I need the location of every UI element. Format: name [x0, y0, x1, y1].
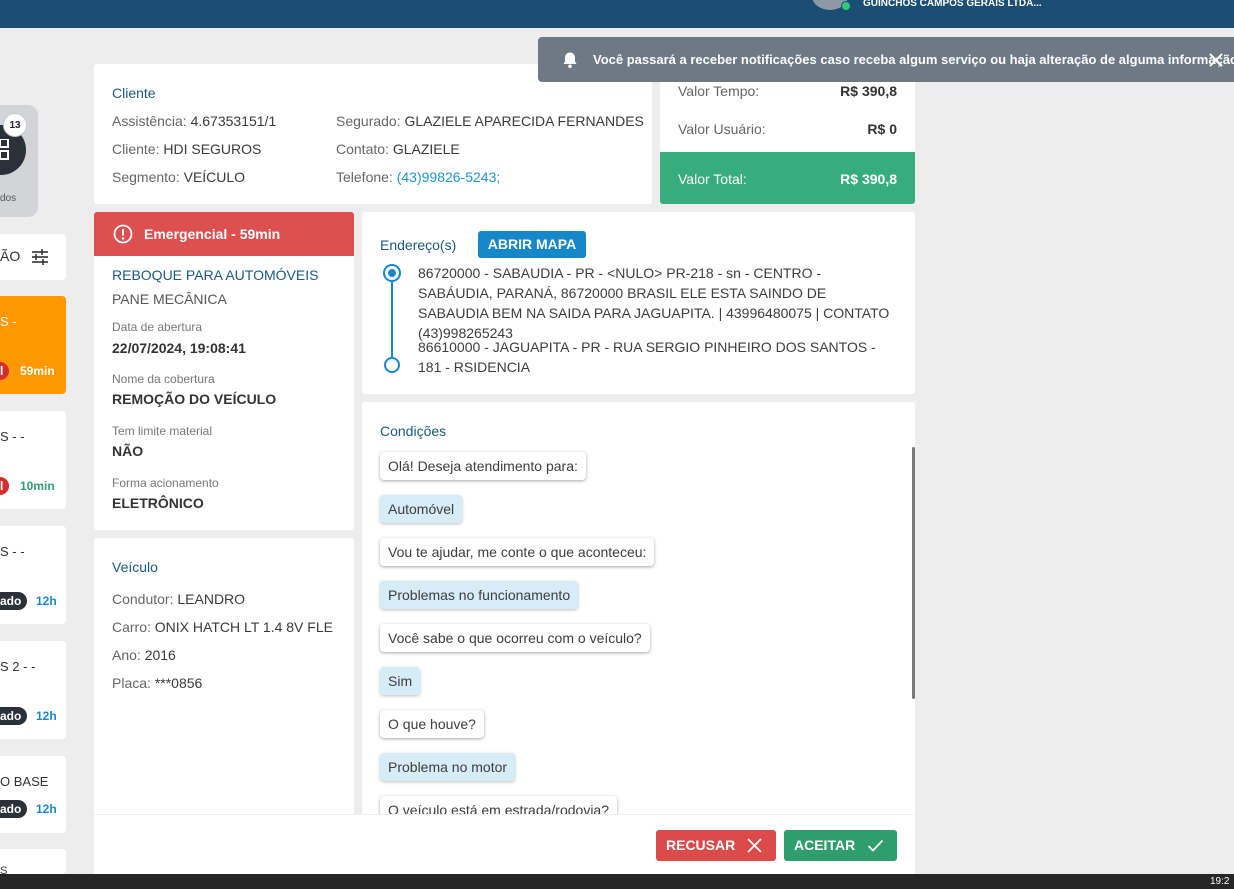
service-card-status: ado: [0, 592, 28, 610]
valor-tempo-label: Valor Tempo:: [678, 83, 760, 99]
chat-answer: Sim: [380, 667, 421, 695]
emergency-text: Emergencial - 59min: [144, 226, 281, 242]
cliente-field: Cliente: HDI SEGUROS: [112, 141, 262, 157]
chat-question: Olá! Deseja atendimento para:: [380, 452, 586, 480]
chat-answer: Problema no motor: [380, 753, 516, 781]
limite-value: NÃO: [112, 443, 144, 459]
valor-total-bar: Valor Total: R$ 390,8: [660, 152, 915, 204]
service-card-time: 10min: [20, 479, 55, 493]
service-card-time: 59min: [20, 364, 55, 378]
contato-field: Contato: GLAZIELE: [336, 141, 460, 157]
enderecos-title: Endereço(s): [380, 237, 457, 253]
assistencia-field: Assistência: 4.67353151/1: [112, 113, 277, 129]
alert-circle-icon: [113, 224, 133, 244]
service-type: REBOQUE PARA AUTOMÓVEIS: [112, 267, 319, 283]
service-card-title: S: [0, 865, 8, 874]
origin-marker-icon: [383, 264, 401, 282]
placa-field: Placa: ***0856: [112, 675, 203, 691]
notification-toast: Você passará a receber notificações caso…: [538, 37, 1234, 82]
service-card-title: S -: [0, 314, 17, 329]
reject-button[interactable]: RECUSAR: [656, 830, 776, 861]
chat-answer: Automóvel: [380, 495, 463, 523]
valor-total-label: Valor Total:: [678, 171, 747, 187]
route-line: [391, 282, 393, 358]
service-card[interactable]: S - l 59min: [0, 296, 66, 394]
sidebar-services-badge[interactable]: 13 dos: [0, 105, 38, 217]
abertura-value: 22/07/2024, 19:08:41: [112, 340, 246, 356]
telefone-link[interactable]: (43)99826-5243;: [397, 169, 501, 185]
abertura-label: Data de abertura: [112, 320, 203, 334]
chat-answer: Problemas no funcionamento: [380, 581, 579, 609]
valor-tempo: R$ 390,8: [840, 83, 897, 99]
service-card-title: S - -: [0, 429, 25, 444]
accept-label: ACEITAR: [794, 837, 856, 853]
service-card-title: O BASE: [0, 774, 49, 789]
condutor-field: Condutor: LEANDRO: [112, 591, 246, 607]
valor-usuario: R$ 0: [867, 121, 897, 137]
destination-marker-icon: [384, 357, 400, 373]
carro-field: Carro: ONIX HATCH LT 1.4 8V FLE: [112, 619, 333, 635]
chat-question: Vou te ajudar, me conte o que aconteceu:: [380, 538, 655, 566]
service-card[interactable]: O BASE ado 12h: [0, 756, 66, 833]
limite-label: Tem limite material: [112, 424, 213, 438]
chat-question: O que houve?: [380, 710, 484, 738]
acionamento-label: Forma acionamento: [112, 476, 219, 490]
chat-scrollbar[interactable]: [912, 447, 915, 699]
service-card-time: 12h: [36, 594, 57, 608]
check-icon: [867, 839, 884, 852]
segmento-field: Segmento: VEÍCULO: [112, 169, 246, 185]
company-name: GUINCHOS CAMPOS GERAIS LTDA...: [863, 0, 1042, 9]
emergency-banner: Emergencial - 59min: [94, 212, 354, 256]
sliders-icon: [32, 249, 48, 265]
service-card-title: S 2 - -: [0, 659, 36, 674]
close-icon: [747, 838, 762, 853]
bell-icon: [563, 52, 577, 69]
cobertura-value: REMOÇÃO DO VEÍCULO: [112, 391, 277, 407]
reject-label: RECUSAR: [666, 837, 736, 853]
service-card-time: 12h: [36, 709, 57, 723]
os-taskbar: 19:2: [0, 874, 1234, 889]
online-status-dot: [841, 1, 851, 11]
services-label: dos: [0, 193, 17, 204]
service-card-status: ado: [0, 707, 28, 725]
segurado-field: Segurado: GLAZIELE APARECIDA FERNANDES: [336, 113, 644, 129]
close-icon[interactable]: [1207, 51, 1225, 69]
valor-usuario-label: Valor Usuário:: [678, 121, 766, 137]
service-card-title: S - -: [0, 544, 25, 559]
top-bar: GUINCHOS CAMPOS GERAIS LTDA...: [0, 0, 1234, 28]
cliente-title: Cliente: [112, 85, 156, 101]
filter-label: ÃO: [0, 248, 21, 264]
services-count: 13: [3, 113, 27, 137]
condicoes-title: Condições: [380, 423, 447, 439]
filter-button[interactable]: ÃO: [0, 234, 66, 280]
service-card[interactable]: S: [0, 849, 66, 874]
service-subtype: PANE MECÂNICA: [112, 291, 227, 307]
accept-button[interactable]: ACEITAR: [784, 830, 897, 861]
veiculo-title: Veículo: [112, 559, 158, 575]
acionamento-value: ELETRÔNICO: [112, 495, 204, 511]
cobertura-label: Nome da cobertura: [112, 372, 215, 386]
notification-message: Você passará a receber notificações caso…: [593, 52, 1234, 67]
service-card[interactable]: S 2 - - ado 12h: [0, 641, 66, 739]
service-card-status: ado: [0, 800, 28, 818]
service-card-status: l: [0, 477, 10, 495]
ano-field: Ano: 2016: [112, 647, 176, 663]
open-map-button[interactable]: ABRIR MAPA: [478, 231, 586, 258]
service-card-status: l: [0, 362, 10, 380]
origin-address: 86720000 - SABAUDIA - PR - <NULO> PR-218…: [418, 265, 890, 341]
telefone-field: Telefone: (43)99826-5243;: [336, 169, 501, 185]
service-card[interactable]: S - - ado 12h: [0, 526, 66, 624]
service-card-time: 12h: [36, 802, 57, 816]
valor-total: R$ 390,8: [840, 171, 897, 187]
taskbar-clock: 19:2: [1210, 876, 1230, 887]
chat-question: Você sabe o que ocorreu com o veículo?: [380, 624, 650, 652]
service-card[interactable]: S - - l 10min: [0, 411, 66, 509]
destination-address: 86610000 - JAGUAPITA - PR - RUA SERGIO P…: [418, 339, 876, 375]
